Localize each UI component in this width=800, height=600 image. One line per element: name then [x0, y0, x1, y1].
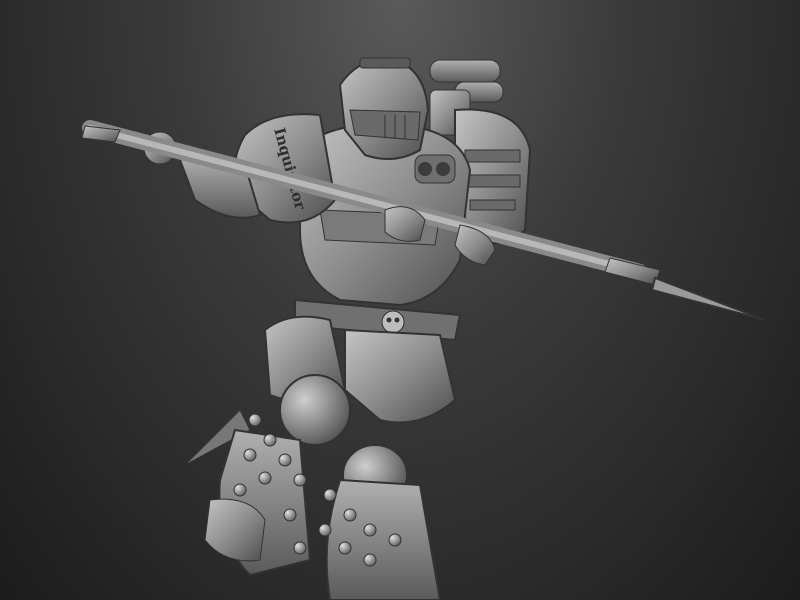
armored-warrior-spear-sculpt-icon: Inquisitor: [81, 57, 766, 600]
sculpt-viewport[interactable]: Inquisitor: [0, 0, 800, 600]
leg-armor-icon: [204, 428, 442, 600]
